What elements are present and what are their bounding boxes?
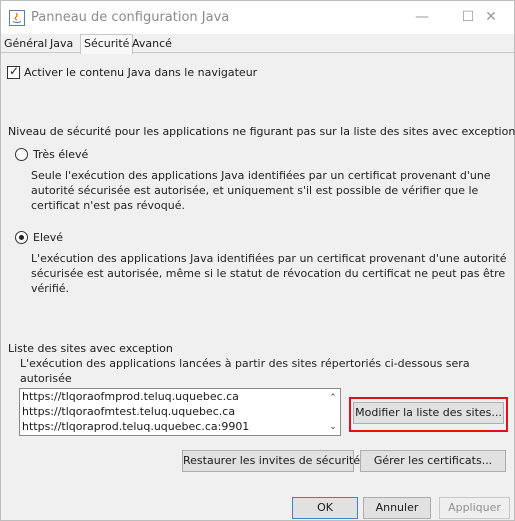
tab-java[interactable]: Java bbox=[48, 37, 75, 53]
very-high-description: Seule l'exécution des applications Java … bbox=[31, 168, 491, 213]
manage-certificates-button[interactable]: Gérer les certificats... bbox=[360, 450, 506, 472]
checkmark-icon: ✓ bbox=[9, 64, 20, 78]
java-app-icon bbox=[9, 10, 25, 26]
very-high-line-1: Seule l'exécution des applications Java … bbox=[31, 169, 491, 182]
title-bar: Panneau de configuration Java — ☐ ✕ bbox=[1, 1, 514, 34]
scroll-down-icon[interactable]: ⌄ bbox=[326, 421, 340, 433]
enable-java-label: Activer le contenu Java dans le navigate… bbox=[24, 66, 258, 79]
very-high-label: Très élevé bbox=[33, 148, 89, 161]
very-high-line-2: autorité sécurisée est autorisée, et uni… bbox=[31, 184, 479, 197]
high-radio[interactable] bbox=[15, 231, 28, 244]
high-description: L'exécution des applications Java identi… bbox=[31, 251, 507, 296]
apply-button[interactable]: Appliquer bbox=[439, 497, 510, 519]
exception-site-list[interactable]: https://tlqoraofmprod.teluq.uquebec.ca h… bbox=[19, 388, 341, 436]
restore-security-prompts-button[interactable]: Restaurer les invites de sécurité bbox=[182, 450, 360, 472]
exception-line-1: L'exécution des applications lancées à p… bbox=[20, 357, 470, 385]
tab-advanced[interactable]: Avancé bbox=[130, 37, 174, 53]
edit-site-list-button[interactable]: Modifier la liste des sites... bbox=[353, 402, 504, 424]
high-label: Elevé bbox=[33, 231, 64, 244]
very-high-radio[interactable] bbox=[15, 148, 28, 161]
scroll-up-icon[interactable]: ⌃ bbox=[326, 392, 340, 404]
site-list-item[interactable]: https://tlqoraofmprod.teluq.uquebec.ca bbox=[22, 390, 239, 403]
minimize-icon[interactable]: — bbox=[399, 1, 445, 34]
ok-button[interactable]: OK bbox=[292, 497, 358, 519]
very-high-line-3: certificat n'est pas révoqué. bbox=[31, 199, 185, 212]
java-control-panel-window: Panneau de configuration Java — ☐ ✕ Géné… bbox=[0, 0, 515, 521]
cancel-button[interactable]: Annuler bbox=[363, 497, 431, 519]
radio-selected-dot bbox=[19, 235, 24, 240]
tab-general[interactable]: Général bbox=[2, 37, 49, 53]
high-line-2: sécurisée est autorisée, même si le stat… bbox=[31, 267, 506, 280]
high-line-3: vérifié. bbox=[31, 282, 70, 295]
window-title: Panneau de configuration Java bbox=[31, 10, 230, 25]
tab-security[interactable]: Sécurité bbox=[80, 34, 134, 54]
site-list-item[interactable]: https://tlqoraprod.teluq.uquebec.ca:9901 bbox=[22, 420, 249, 433]
enable-java-checkbox[interactable]: ✓ bbox=[7, 64, 20, 79]
site-list-scrollbar[interactable]: ⌃ ⌄ bbox=[326, 389, 340, 435]
exception-list-heading: Liste des sites avec exception bbox=[8, 342, 173, 355]
tab-bar: Général Java Sécurité Avancé bbox=[1, 34, 514, 54]
high-line-1: L'exécution des applications Java identi… bbox=[31, 252, 507, 265]
security-level-heading: Niveau de sécurité pour les applications… bbox=[8, 125, 515, 138]
site-list-item[interactable]: https://tlqoraofmtest.teluq.uquebec.ca bbox=[22, 405, 235, 418]
close-icon[interactable]: ✕ bbox=[468, 1, 514, 34]
